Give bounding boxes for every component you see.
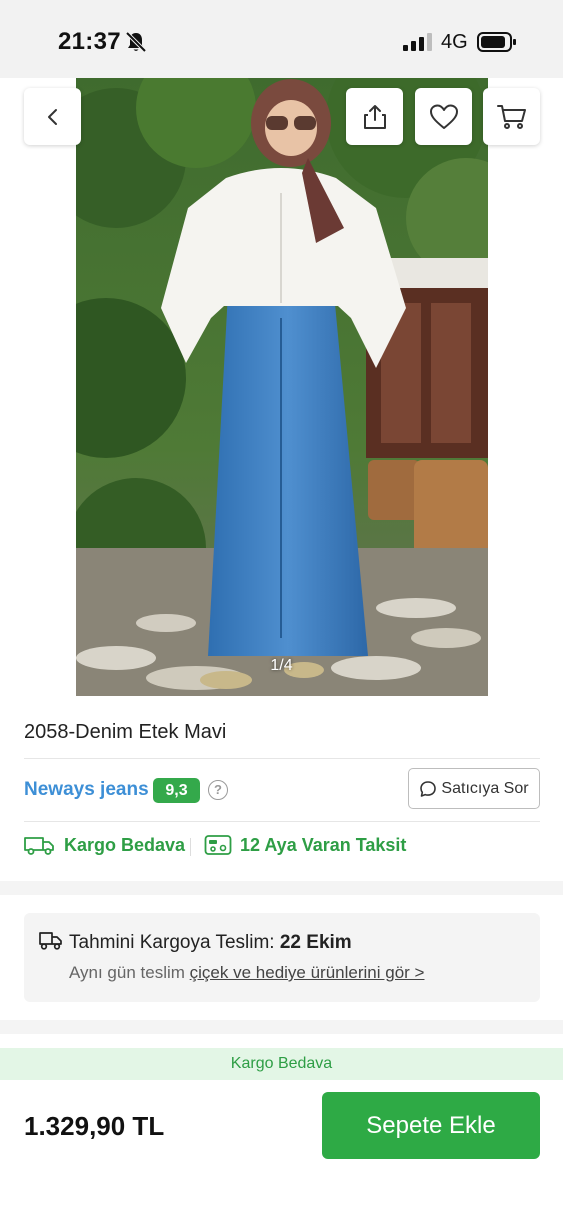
ask-seller-button[interactable]: Satıcıya Sor [408,768,540,809]
free-shipping-label: Kargo Bedava [64,834,186,855]
status-bar: 21:37 4G [0,0,563,78]
delivery-label: Tahmini Kargoya Teslim: [69,932,275,953]
cart-icon [496,104,526,129]
network-type: 4G [441,31,468,53]
installment-label: 12 Aya Varan Taksit [240,834,407,855]
product-price: 1.329,90 TL [24,1111,165,1141]
back-button[interactable] [24,88,81,145]
truck-icon [24,837,54,855]
ask-seller-label: Satıcıya Sor [441,779,529,797]
product-gallery[interactable]: 1/4 [0,78,563,696]
share-icon [363,104,386,129]
add-to-cart-button[interactable]: Sepete Ekle [322,1092,540,1159]
help-icon[interactable]: ? [208,780,228,800]
installment-feature: 12 Aya Varan Taksit [204,834,406,856]
free-shipping-banner: Kargo Bedava [0,1048,563,1080]
chat-bubble-icon [420,780,437,797]
bell-off-icon [125,31,147,53]
product-image[interactable] [76,78,488,696]
product-title: 2058-Denim Etek Mavi [24,721,227,743]
section-separator [0,881,563,895]
gift-products-link[interactable]: çiçek ve hediye ürünlerini gör > [190,963,425,982]
installment-card-icon [204,835,232,855]
favorite-button[interactable] [415,88,472,145]
chevron-left-icon [47,108,57,125]
battery-icon [477,32,516,52]
feature-separator [190,838,191,856]
same-day-note: Aynı gün teslim çiçek ve hediye ürünleri… [69,963,424,983]
divider [24,821,540,822]
cart-button[interactable] [483,88,540,145]
seller-name-link[interactable]: Neways jeans [24,779,149,801]
free-shipping-feature: Kargo Bedava [24,834,185,856]
status-time: 21:37 [58,28,121,55]
delivery-estimate: Tahmini Kargoya Teslim: 22 Ekim [69,932,352,954]
heart-icon [429,104,458,129]
same-day-text: Aynı gün teslim [69,963,185,982]
share-button[interactable] [346,88,403,145]
divider [24,758,540,759]
delivery-estimate-card: Tahmini Kargoya Teslim: 22 Ekim Aynı gün… [24,913,540,1002]
delivery-truck-icon [39,932,62,950]
image-counter: 1/4 [270,657,293,674]
signal-icon [403,33,432,51]
bottom-bar: 1.329,90 TL Sepete Ekle [0,1080,563,1219]
seller-rating-badge: 9,3 [153,778,200,803]
section-separator [0,1020,563,1034]
delivery-date: 22 Ekim [279,932,352,953]
